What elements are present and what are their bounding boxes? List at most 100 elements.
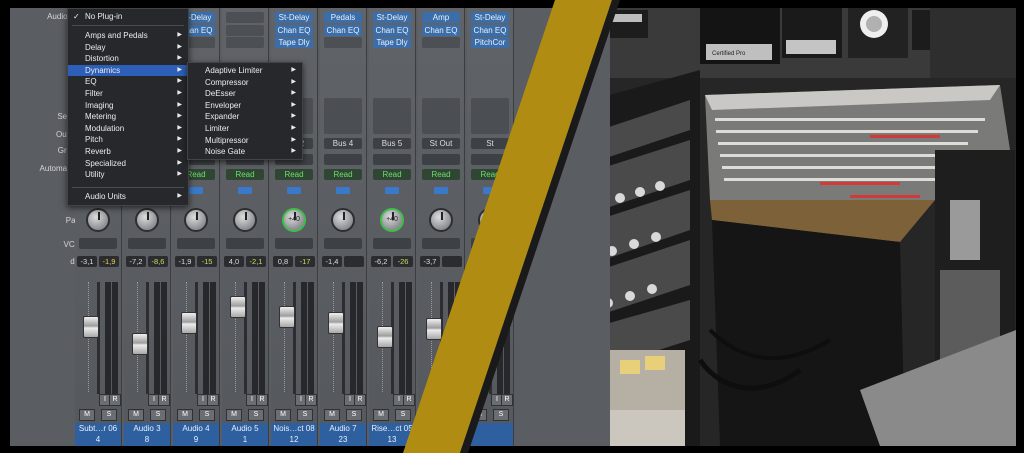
- menu-item-pitch[interactable]: Pitch ▶: [68, 134, 188, 145]
- sends-area[interactable]: [373, 98, 411, 134]
- volume-fader[interactable]: [377, 326, 393, 348]
- vca-slot[interactable]: [79, 238, 117, 249]
- solo-button[interactable]: S: [101, 409, 117, 421]
- menu-item-eq[interactable]: EQ ▶: [68, 76, 188, 87]
- mute-button[interactable]: M: [177, 409, 193, 421]
- audio-fx-slot[interactable]: PitchCor: [471, 37, 509, 48]
- output-slot[interactable]: St Out: [422, 138, 460, 149]
- audio-fx-slot[interactable]: Chan EQ: [373, 24, 411, 36]
- audio-fx-slot[interactable]: Pedals: [324, 12, 362, 23]
- pan-knob[interactable]: +40: [282, 208, 306, 232]
- track-name[interactable]: Subt…r 06 4: [75, 423, 121, 446]
- menu-item-filter[interactable]: Filter ▶: [68, 88, 188, 99]
- audio-fx-slot[interactable]: Chan EQ: [471, 24, 509, 36]
- volume-fader[interactable]: [83, 316, 99, 338]
- menu-item-specialized[interactable]: Specialized ▶: [68, 158, 188, 169]
- output-slot[interactable]: St: [471, 138, 509, 149]
- solo-button[interactable]: S: [248, 409, 264, 421]
- submenu-item-enveloper[interactable]: Enveloper ▶: [188, 100, 302, 111]
- vca-slot[interactable]: [128, 238, 166, 249]
- mute-button[interactable]: M: [226, 409, 242, 421]
- automation-mode-button[interactable]: Read: [324, 169, 362, 180]
- io-link-icon[interactable]: [189, 187, 203, 194]
- automation-mode-button[interactable]: Read: [422, 169, 460, 180]
- sends-area[interactable]: [324, 98, 362, 134]
- vca-slot[interactable]: [275, 238, 313, 249]
- record-enable-button[interactable]: R: [403, 394, 415, 406]
- record-enable-button[interactable]: R: [501, 394, 513, 406]
- record-enable-button[interactable]: R: [354, 394, 366, 406]
- volume-fader[interactable]: [181, 312, 197, 334]
- pan-knob[interactable]: [331, 208, 355, 232]
- mute-button[interactable]: M: [275, 409, 291, 421]
- group-slot[interactable]: [324, 154, 362, 165]
- vca-slot[interactable]: [471, 238, 509, 249]
- io-link-icon[interactable]: [336, 187, 350, 194]
- menu-item-delay[interactable]: Delay ▶: [68, 42, 188, 53]
- vca-slot[interactable]: [373, 238, 411, 249]
- audio-fx-slot[interactable]: [226, 24, 264, 36]
- volume-fader[interactable]: [279, 306, 295, 328]
- pan-knob[interactable]: [478, 208, 502, 232]
- audio-fx-slot[interactable]: [324, 37, 362, 48]
- volume-fader[interactable]: [132, 333, 148, 355]
- volume-fader[interactable]: [230, 296, 246, 318]
- vca-slot[interactable]: [324, 238, 362, 249]
- group-slot[interactable]: [373, 154, 411, 165]
- mute-button[interactable]: M: [422, 409, 438, 421]
- menu-item-utility[interactable]: Utility ▶: [68, 169, 188, 180]
- automation-mode-button[interactable]: Read: [226, 169, 264, 180]
- mute-button[interactable]: M: [471, 409, 487, 421]
- group-slot[interactable]: [422, 154, 460, 165]
- pan-knob[interactable]: [429, 208, 453, 232]
- pan-knob[interactable]: [233, 208, 257, 232]
- vca-slot[interactable]: [177, 238, 215, 249]
- audio-fx-slot[interactable]: Amp: [422, 12, 460, 23]
- io-link-icon[interactable]: [434, 187, 448, 194]
- record-enable-button[interactable]: R: [305, 394, 317, 406]
- vca-slot[interactable]: [226, 238, 264, 249]
- pan-knob[interactable]: [135, 208, 159, 232]
- solo-button[interactable]: S: [395, 409, 411, 421]
- io-link-icon[interactable]: [483, 187, 497, 194]
- audio-fx-slot[interactable]: St-Delay: [373, 12, 411, 23]
- menu-item-amps-and-pedals[interactable]: Amps and Pedals ▶: [68, 30, 188, 41]
- menu-item-imaging[interactable]: Imaging ▶: [68, 100, 188, 111]
- submenu-item-adaptive-limiter[interactable]: Adaptive Limiter ▶: [188, 65, 302, 76]
- submenu-item-noise-gate[interactable]: Noise Gate ▶: [188, 146, 302, 157]
- io-link-icon[interactable]: [287, 187, 301, 194]
- solo-button[interactable]: S: [150, 409, 166, 421]
- audio-fx-slot[interactable]: St-Delay: [471, 12, 509, 23]
- menu-item-dynamics[interactable]: Dynamics ▶: [68, 64, 188, 76]
- mute-button[interactable]: M: [373, 409, 389, 421]
- automation-mode-button[interactable]: Read: [373, 169, 411, 180]
- solo-button[interactable]: S: [297, 409, 313, 421]
- audio-fx-slot[interactable]: [226, 12, 264, 23]
- automation-mode-button[interactable]: Read: [275, 169, 313, 180]
- solo-button[interactable]: S: [444, 409, 460, 421]
- submenu-item-limiter[interactable]: Limiter ▶: [188, 123, 302, 134]
- submenu-item-expander[interactable]: Expander ▶: [188, 111, 302, 122]
- audio-fx-slot[interactable]: [226, 37, 264, 48]
- output-slot[interactable]: Bus 4: [324, 138, 362, 149]
- pan-knob[interactable]: +40: [380, 208, 404, 232]
- record-enable-button[interactable]: R: [158, 394, 170, 406]
- output-slot[interactable]: Bus 5: [373, 138, 411, 149]
- record-enable-button[interactable]: R: [207, 394, 219, 406]
- menu-item-no-plugin[interactable]: ✓ No Plug-in: [68, 11, 188, 22]
- menu-item-modulation[interactable]: Modulation ▶: [68, 123, 188, 134]
- audio-fx-slot[interactable]: [422, 37, 460, 48]
- track-name[interactable]: Nois…ct 08 12: [271, 423, 317, 446]
- menu-item-reverb[interactable]: Reverb ▶: [68, 146, 188, 157]
- record-enable-button[interactable]: R: [256, 394, 268, 406]
- volume-fader[interactable]: [475, 318, 491, 340]
- menu-item-metering[interactable]: Metering ▶: [68, 111, 188, 122]
- pan-knob[interactable]: [86, 208, 110, 232]
- audio-fx-slot[interactable]: Chan EQ: [275, 24, 313, 36]
- track-name[interactable]: [418, 423, 464, 446]
- track-name[interactable]: Rise…ct 05 13: [369, 423, 415, 446]
- track-name[interactable]: Audio 3 8: [124, 423, 170, 446]
- volume-fader[interactable]: [426, 318, 442, 340]
- submenu-item-deesser[interactable]: DeEsser ▶: [188, 88, 302, 99]
- audio-fx-slot[interactable]: Chan EQ: [324, 24, 362, 36]
